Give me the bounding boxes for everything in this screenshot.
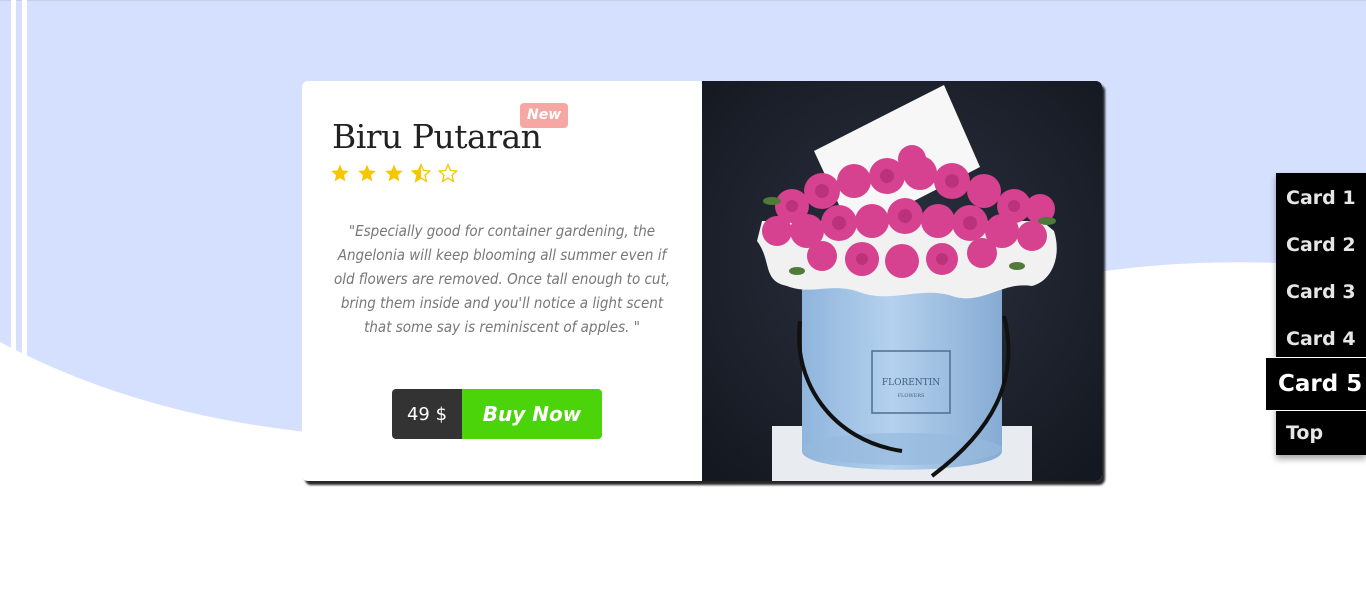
box-label-text: FLORENTIN (882, 378, 940, 388)
nav-item-card-4[interactable]: Card 4 (1286, 328, 1356, 350)
star-empty-icon (438, 163, 458, 183)
star-full-icon (358, 164, 376, 182)
product-description: "Especially good for container gardening… (333, 222, 671, 336)
star-full-icon (385, 164, 403, 182)
buy-now-button[interactable]: Buy Now (462, 389, 602, 439)
nav-item-card-3[interactable]: Card 3 (1286, 281, 1356, 303)
nav-item-card-1[interactable]: Card 1 (1286, 187, 1356, 209)
purchase-row: 49 $ Buy Now (392, 389, 602, 439)
nav-item-top[interactable]: Top (1286, 422, 1323, 444)
flower-box-photo: FLORENTIN FLOWERS (702, 81, 1102, 481)
nav-item-card-5[interactable]: Card 5 (1266, 357, 1366, 411)
star-half-icon (411, 163, 431, 183)
product-card: Biru Putaran New "Especially good for co… (302, 81, 1102, 481)
product-image: FLORENTIN FLOWERS (702, 81, 1102, 481)
card-title: Biru Putaran (332, 117, 542, 156)
price-tag: 49 $ (392, 389, 462, 439)
card-info-panel: Biru Putaran New "Especially good for co… (302, 81, 702, 481)
nav-item-card-2[interactable]: Card 2 (1286, 234, 1356, 256)
star-full-icon (331, 164, 349, 182)
new-badge: New (520, 103, 569, 128)
box-sublabel-text: FLOWERS (898, 393, 925, 399)
rating-stars (330, 163, 458, 183)
card-navigation: Card 1 Card 2 Card 3 Card 4 Card 5 Top (1266, 173, 1366, 455)
